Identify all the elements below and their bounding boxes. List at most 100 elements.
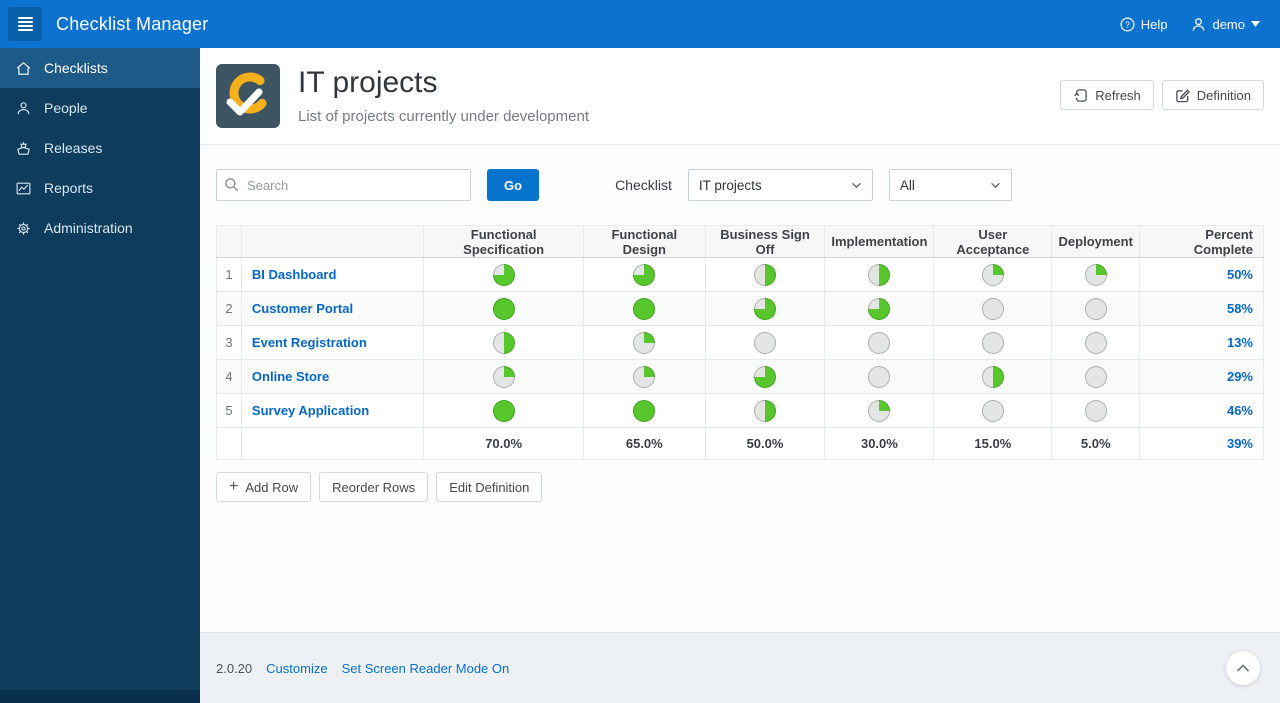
stage-progress-pie-fill [982, 298, 1003, 319]
sidebar-item-label: Releases [44, 140, 103, 156]
table-row: 2 Customer Portal 58% [216, 291, 1264, 326]
project-link-online-store[interactable]: Online Store [242, 369, 423, 384]
stage-summary-value: 70.0% [423, 427, 584, 460]
stage-progress-pie-fill [869, 400, 890, 421]
go-button[interactable]: Go [487, 169, 540, 201]
chevron-down-icon [851, 182, 861, 188]
checklist-select-value: IT projects [698, 177, 762, 193]
stage-progress-pie-fill [755, 264, 776, 285]
stage-progress-pie-fill [634, 400, 655, 421]
plus-icon: + [229, 478, 239, 495]
top-bar: Checklist Manager ? Help demo [0, 0, 1280, 48]
sidebar-item-people[interactable]: People [0, 88, 200, 128]
stage-progress-pie [981, 365, 1004, 388]
status-select[interactable]: All [888, 169, 1012, 201]
sidebar-item-reports[interactable]: Reports [0, 168, 200, 208]
stage-progress-pie [868, 365, 891, 388]
stage-progress-pie [868, 297, 891, 320]
stage-progress-pie-fill [755, 298, 776, 319]
project-name-header [240, 225, 425, 258]
row-number: 3 [216, 325, 242, 360]
row-number: 5 [216, 393, 242, 428]
row-number: 2 [216, 291, 242, 326]
stage-progress-pie-fill [755, 400, 776, 421]
edit-icon [1176, 88, 1190, 102]
stage-progress-pie-fill [1085, 366, 1106, 387]
stage-progress-pie-fill [755, 332, 776, 353]
table-summary-row: 70.0% 65.0% 50.0% 30.0% 15.0% 5.0% 39% [216, 427, 1264, 460]
table-header-row: Functional Specification Functional Desig… [216, 225, 1264, 258]
table-row: 3 Event Registration 13% [216, 325, 1264, 360]
hamburger-icon [17, 17, 33, 19]
chevron-down-icon [990, 182, 1000, 188]
scroll-top-button[interactable] [1226, 651, 1260, 685]
stage-progress-pie [492, 365, 515, 388]
stage-progress-pie-fill [634, 264, 655, 285]
user-menu[interactable]: demo [1191, 17, 1260, 32]
project-link-event-registration[interactable]: Event Registration [242, 335, 423, 350]
stage-progress-pie [868, 263, 891, 286]
stage-progress-pie [868, 331, 891, 354]
home-icon [14, 60, 32, 77]
stage-progress-pie-fill [493, 298, 514, 319]
edit-definition-label: Edit Definition [449, 479, 530, 495]
row-number: 4 [216, 359, 242, 394]
svg-text:?: ? [1125, 19, 1130, 29]
table-actions: + Add Row Reorder Rows Edit Definition [216, 472, 1264, 502]
table-row: 1 BI Dashboard 50% [216, 257, 1264, 292]
add-row-button[interactable]: + Add Row [216, 472, 312, 502]
stage-progress-pie [1084, 399, 1107, 422]
stage-progress-pie [754, 365, 777, 388]
stage-progress-pie [633, 331, 656, 354]
customize-link[interactable]: Customize [266, 661, 327, 676]
stage-progress-pie [754, 331, 777, 354]
stage-progress-pie-fill [1085, 298, 1106, 319]
stage-progress-pie [868, 399, 891, 422]
screen-reader-link[interactable]: Set Screen Reader Mode On [342, 661, 510, 676]
sidebar-item-releases[interactable]: Releases [0, 128, 200, 168]
percent-complete-value: 46% [1226, 402, 1253, 418]
reorder-rows-button[interactable]: Reorder Rows [319, 472, 429, 502]
definition-label: Definition [1196, 87, 1251, 103]
percent-complete-value: 13% [1226, 334, 1253, 350]
stage-progress-pie-fill [493, 366, 514, 387]
edit-definition-button[interactable]: Edit Definition [436, 472, 543, 502]
stage-progress-pie [492, 297, 515, 320]
checklist-app-icon [216, 64, 280, 128]
help-menu[interactable]: ? Help [1120, 17, 1167, 32]
sidebar-item-administration[interactable]: Administration [0, 208, 200, 248]
project-link-customer-portal[interactable]: Customer Portal [242, 301, 423, 316]
stage-progress-pie-fill [493, 332, 514, 353]
project-link-survey-application[interactable]: Survey Application [242, 403, 423, 418]
stage-progress-pie-fill [982, 400, 1003, 421]
checklist-table: Functional Specification Functional Desig… [216, 225, 1264, 460]
stage-progress-pie-fill [869, 366, 890, 387]
project-link-bi-dashboard[interactable]: BI Dashboard [242, 267, 423, 282]
stage-progress-pie [492, 331, 515, 354]
summary-percent-complete: 39% [1226, 435, 1253, 451]
add-row-label: Add Row [245, 479, 299, 495]
stage-progress-pie-fill [982, 332, 1003, 353]
stage-progress-pie-fill [634, 298, 655, 319]
search-input[interactable] [216, 169, 471, 201]
stage-progress-pie [1084, 297, 1107, 320]
sidebar-item-label: People [44, 100, 88, 116]
stage-progress-pie [981, 331, 1004, 354]
stage-column-header: Implementation [824, 225, 935, 258]
sidebar-item-label: Reports [44, 180, 94, 196]
definition-button[interactable]: Definition [1161, 80, 1264, 110]
chevron-up-icon [1236, 663, 1250, 672]
app-version: 2.0.20 [216, 660, 253, 676]
sidebar-item-checklists[interactable]: Checklists [0, 48, 200, 88]
menu-toggle-button[interactable] [8, 7, 42, 41]
stage-progress-pie-fill [982, 366, 1003, 387]
refresh-button[interactable]: Refresh [1060, 80, 1154, 110]
help-icon: ? [1120, 17, 1135, 31]
stage-progress-pie [492, 399, 515, 422]
stage-progress-pie [633, 297, 656, 320]
page-header: IT projects List of projects currently u… [200, 48, 1280, 145]
stage-progress-pie [754, 399, 777, 422]
checklist-select[interactable]: IT projects [687, 169, 873, 201]
table-row: 5 Survey Application 46% [216, 393, 1264, 428]
stage-progress-pie-fill [493, 264, 514, 285]
